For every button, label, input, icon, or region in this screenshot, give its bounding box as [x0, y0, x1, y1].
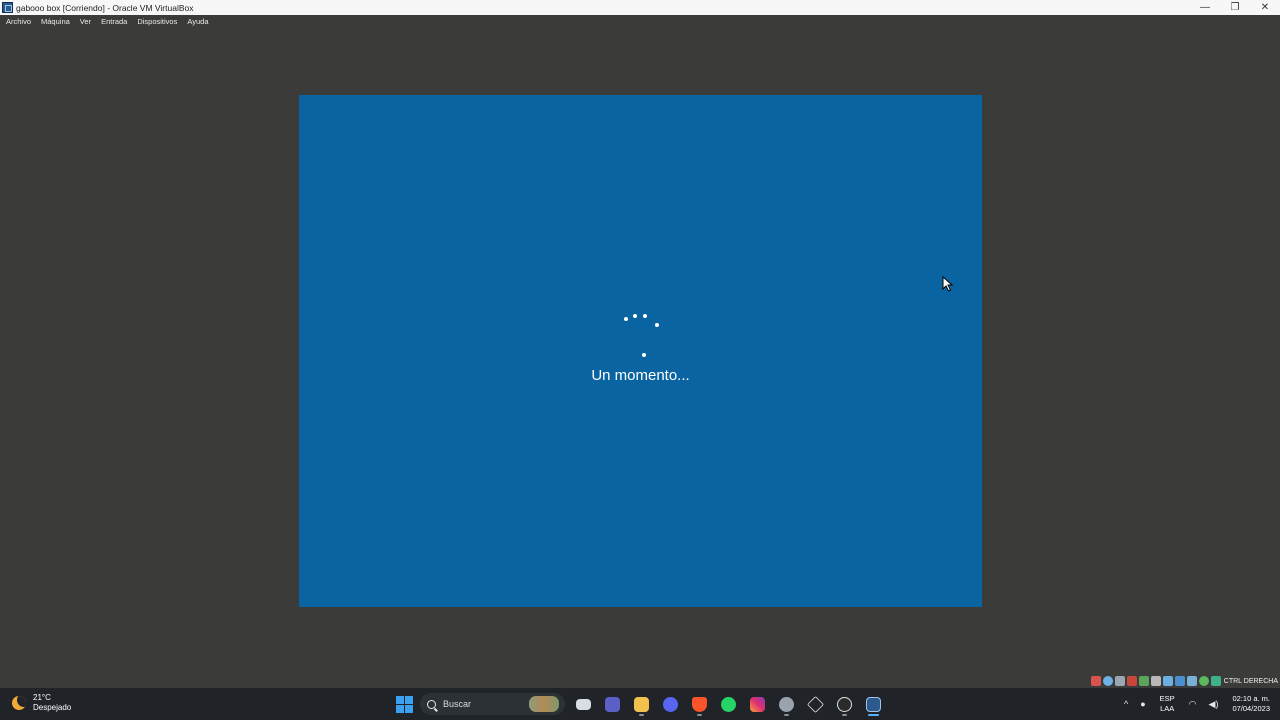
menu-entrada[interactable]: Entrada — [101, 17, 127, 26]
weather-condition: Despejado — [33, 703, 72, 712]
window-title: gabooo box [Corriendo] - Oracle VM Virtu… — [16, 2, 194, 13]
weather-temperature: 21°C — [33, 693, 51, 702]
taskbar: 21°C Despejado Buscar ^ ● ESP LAA ◠ ◀) 0… — [0, 688, 1280, 720]
start-button[interactable] — [394, 694, 414, 714]
menu-ver[interactable]: Ver — [80, 17, 91, 26]
keyboard-layout: LAA — [1160, 704, 1175, 713]
discord-icon[interactable] — [656, 692, 685, 716]
loading-spinner-icon — [609, 310, 669, 360]
system-tray: ^ ● ESP LAA ◠ ◀) 02:10 a. m. 07/04/2023 — [1118, 692, 1280, 716]
brave-icon[interactable] — [685, 692, 714, 716]
volume-icon[interactable]: ◀) — [1209, 699, 1219, 710]
minimize-button[interactable]: — — [1190, 0, 1220, 15]
vm-display[interactable]: Un momento... — [299, 95, 982, 607]
teams-chat-icon[interactable] — [598, 692, 627, 716]
file-explorer-icon[interactable] — [627, 692, 656, 716]
wifi-icon[interactable]: ◠ — [1189, 699, 1197, 710]
search-placeholder: Buscar — [443, 699, 472, 709]
taskbar-search[interactable]: Buscar — [420, 693, 565, 715]
vm-status-bar: CTRL DERECHA — [1090, 675, 1278, 687]
maximize-button[interactable]: ❐ — [1220, 0, 1250, 15]
loading-message: Un momento... — [591, 367, 690, 384]
menu-archivo[interactable]: Archivo — [6, 17, 31, 26]
instagram-icon[interactable] — [743, 692, 772, 716]
virtualbox-app-icon — [2, 2, 13, 13]
host-key-label[interactable]: CTRL DERECHA — [1224, 678, 1278, 685]
menu-ayuda[interactable]: Ayuda — [187, 17, 208, 26]
optical-drive-icon[interactable] — [1102, 676, 1113, 686]
cpu-icon[interactable] — [1210, 676, 1221, 686]
weather-widget[interactable]: 21°C Despejado — [12, 693, 71, 713]
search-icon — [427, 699, 436, 709]
keyboard-icon[interactable] — [1198, 676, 1209, 686]
virtualbox-box-icon[interactable] — [801, 692, 830, 716]
taskbar-apps: Buscar — [394, 692, 888, 716]
window-controls: — ❐ ✕ — [1190, 0, 1280, 15]
hard-disk-icon[interactable] — [1090, 676, 1101, 686]
display-icon[interactable] — [1162, 676, 1173, 686]
language-code: ESP — [1159, 694, 1175, 703]
menu-dispositivos[interactable]: Dispositivos — [137, 17, 177, 26]
clock-time: 02:10 a. m. — [1232, 694, 1270, 703]
network-icon[interactable] — [1126, 676, 1137, 686]
language-indicator[interactable]: ESP LAA — [1160, 694, 1175, 714]
search-highlight-illustration — [529, 696, 559, 712]
task-view-icon[interactable] — [569, 692, 598, 716]
mouse-integration-icon[interactable] — [1186, 676, 1197, 686]
microphone-icon[interactable]: ● — [1140, 699, 1145, 709]
obs-icon[interactable] — [830, 692, 859, 716]
window-titlebar: gabooo box [Corriendo] - Oracle VM Virtu… — [0, 0, 1280, 15]
video-capture-icon[interactable] — [1174, 676, 1185, 686]
menu-bar: Archivo Máquina Ver Entrada Dispositivos… — [0, 15, 1280, 28]
audio-icon[interactable] — [1114, 676, 1125, 686]
usb-icon[interactable] — [1138, 676, 1149, 686]
menu-maquina[interactable]: Máquina — [41, 17, 70, 26]
chevron-up-icon[interactable]: ^ — [1124, 699, 1128, 709]
close-button[interactable]: ✕ — [1250, 0, 1280, 15]
virtualbox-icon[interactable] — [859, 692, 888, 716]
moon-icon — [12, 696, 26, 710]
clock-date: 07/04/2023 — [1232, 704, 1270, 713]
settings-icon[interactable] — [772, 692, 801, 716]
whatsapp-icon[interactable] — [714, 692, 743, 716]
clock[interactable]: 02:10 a. m. 07/04/2023 — [1232, 694, 1270, 714]
mouse-cursor-icon — [942, 276, 954, 292]
shared-folders-icon[interactable] — [1150, 676, 1161, 686]
